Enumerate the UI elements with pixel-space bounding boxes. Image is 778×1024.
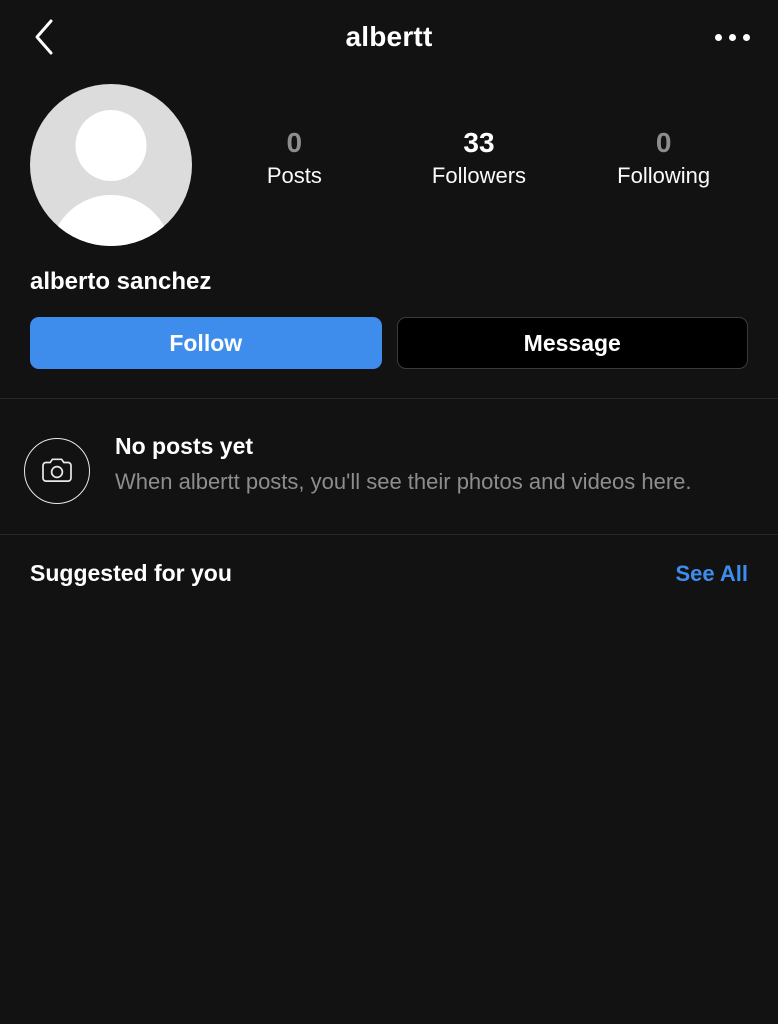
more-options-icon <box>714 33 722 41</box>
avatar[interactable] <box>30 84 192 246</box>
avatar-body-shape <box>50 195 172 246</box>
top-navigation-bar: albertt <box>0 0 778 74</box>
profile-header: 0 Posts 33 Followers 0 Following <box>0 74 778 246</box>
empty-state-no-posts: No posts yet When albertt posts, you'll … <box>0 399 778 534</box>
default-avatar-icon <box>30 84 192 246</box>
stat-following-label: Following <box>617 163 711 189</box>
empty-state-title: No posts yet <box>115 433 254 459</box>
stat-followers-value: 33 <box>463 127 495 158</box>
empty-state-description: When albertt posts, you'll see their pho… <box>115 468 692 494</box>
empty-state-text: No posts yet When albertt posts, you'll … <box>115 430 748 497</box>
stat-posts-label: Posts <box>266 163 322 189</box>
stat-followers[interactable]: 33 Followers <box>431 126 527 191</box>
profile-full-name: alberto sanchez <box>30 268 212 295</box>
chevron-left-icon <box>31 17 57 57</box>
profile-stats: 0 Posts 33 Followers 0 Following <box>192 84 778 191</box>
instagram-profile-screen: albertt 0 Posts 33 Followers 0 Following… <box>0 0 778 1024</box>
more-options-button[interactable] <box>706 17 758 57</box>
stat-following[interactable]: 0 Following <box>616 126 712 191</box>
suggested-title: Suggested for you <box>30 560 232 586</box>
back-button[interactable] <box>22 15 66 59</box>
page-title: albertt <box>345 21 433 52</box>
more-options-icon-dot-3 <box>742 33 750 41</box>
message-button[interactable]: Message <box>396 317 748 369</box>
stat-posts[interactable]: 0 Posts <box>246 126 342 191</box>
profile-action-buttons: Follow Message <box>0 296 778 369</box>
see-all-link[interactable]: See All <box>675 561 748 587</box>
stat-following-value: 0 <box>655 127 672 158</box>
follow-button[interactable]: Follow <box>30 317 382 369</box>
suggested-section-header: Suggested for you See All <box>0 535 778 587</box>
avatar-head-shape <box>75 110 147 181</box>
more-options-icon-dot-2 <box>728 33 736 41</box>
camera-icon <box>24 438 90 504</box>
stat-followers-label: Followers <box>431 163 527 189</box>
stat-posts-value: 0 <box>286 127 303 158</box>
